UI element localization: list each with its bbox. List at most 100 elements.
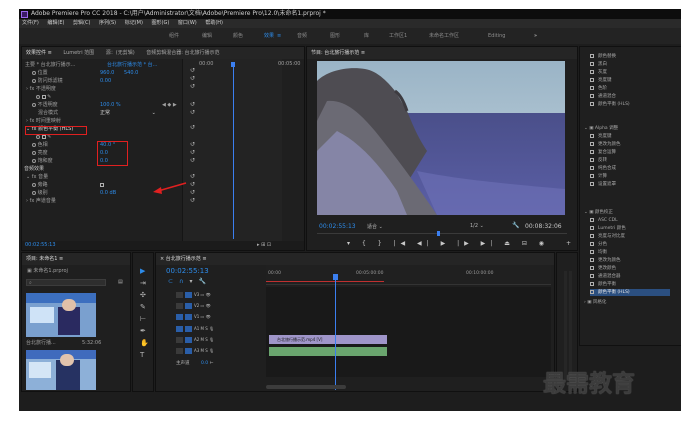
ec-footer-controls[interactable]: ▸ ⊞ ⊡ xyxy=(257,242,271,248)
effect-item[interactable]: 颜色平衡 xyxy=(590,281,616,288)
effect-item[interactable]: 设置遮罩 xyxy=(590,181,616,188)
reset-icon[interactable]: ↺ xyxy=(190,75,195,82)
tab-sequence[interactable]: × 台北旅行播示范 ≡ xyxy=(160,256,207,262)
reset-icon[interactable]: ↺ xyxy=(190,149,195,156)
workspace-audio[interactable]: 音频 xyxy=(297,28,307,44)
effect-opacity[interactable]: › fx 不透明度 xyxy=(26,85,56,93)
effect-item[interactable]: 色阶 xyxy=(590,85,607,92)
effect-item[interactable]: 亮度键 xyxy=(590,77,612,84)
mark-out-icon[interactable]: } xyxy=(378,240,387,247)
effect-item[interactable]: ASC CDL xyxy=(590,217,618,224)
effect-item[interactable]: 分色 xyxy=(590,241,607,248)
workspace-editing-en[interactable]: Editing xyxy=(488,28,505,44)
menu-help[interactable]: 帮助(H) xyxy=(205,20,223,26)
project-search-input[interactable]: ⌕ xyxy=(26,279,106,286)
effect-item[interactable]: 颜色平衡 (HLS) xyxy=(590,101,630,108)
effect-item[interactable]: Lumetri 颜色 xyxy=(590,225,626,232)
workspace-effects[interactable]: 效果 xyxy=(264,28,274,44)
tab-lumetri-scopes[interactable]: Lumetri 范围 xyxy=(63,50,94,56)
wrench-icon[interactable]: 🔧 xyxy=(512,222,519,229)
effect-folder-color-correction[interactable]: ⌄ ▣ 颜色校正 xyxy=(584,209,613,216)
reset-icon[interactable]: ↺ xyxy=(190,67,195,74)
work-area-bar[interactable] xyxy=(266,281,384,282)
reset-icon[interactable]: ↺ xyxy=(190,189,195,196)
effect-item[interactable]: 纯色合成 xyxy=(590,165,616,172)
timeline-scrollbar[interactable] xyxy=(266,385,346,389)
tab-program[interactable]: 节目: 台北旅行播示范 ≡ xyxy=(311,50,365,56)
effect-item[interactable]: 计算 xyxy=(590,173,607,180)
razor-tool-icon[interactable]: ✎ xyxy=(140,303,146,311)
export-frame-icon[interactable]: ◉ xyxy=(539,240,549,247)
menu-sequence[interactable]: 序列(S) xyxy=(99,20,116,26)
track-select-tool-icon[interactable]: ⇥ xyxy=(140,279,146,287)
reset-icon[interactable]: ↺ xyxy=(190,197,195,204)
quality-select[interactable]: 1/2 ⌄ xyxy=(470,223,484,229)
add-marker-icon[interactable]: ▾ xyxy=(347,240,355,247)
add-button-icon[interactable]: + xyxy=(566,240,576,247)
effect-folder-stylize[interactable]: › ▣ 风格化 xyxy=(584,299,606,306)
go-to-in-icon[interactable]: |◀ xyxy=(393,240,410,247)
linked-select-icon[interactable]: ∩ xyxy=(179,278,189,285)
effect-item[interactable]: 颜色替换 xyxy=(590,53,616,60)
effect-item[interactable]: 通道混合 xyxy=(590,93,616,100)
opacity-value[interactable]: 100.0 % xyxy=(100,101,121,109)
program-scrub-bar[interactable] xyxy=(317,233,567,234)
lift-icon[interactable]: ⏏ xyxy=(504,240,515,247)
go-to-out-icon[interactable]: ▶| xyxy=(481,240,498,247)
workspace-assembly[interactable]: 组件 xyxy=(169,28,179,44)
keyframe-nav[interactable]: ◀ ◆ ▶ xyxy=(162,101,177,109)
reset-icon[interactable]: ↺ xyxy=(190,101,195,108)
level-value[interactable]: 0.0 dB xyxy=(100,189,116,197)
effect-item-selected[interactable]: 颜色平衡 (HLS) xyxy=(590,289,670,296)
menu-file[interactable]: 文件(F) xyxy=(22,20,39,26)
bypass-checkbox[interactable] xyxy=(100,181,104,189)
position-y-value[interactable]: 540.0 xyxy=(124,69,138,77)
workspace-custom1[interactable]: 工作区1 xyxy=(389,28,407,44)
effect-item[interactable]: 亮度键 xyxy=(590,133,612,140)
pen-tool-icon[interactable]: ✒ xyxy=(140,327,146,335)
program-timecode[interactable]: 00:02:55:13 xyxy=(319,223,356,230)
slip-tool-icon[interactable]: ⊢ xyxy=(140,315,146,323)
type-tool-icon[interactable]: T xyxy=(140,351,144,359)
reset-icon[interactable]: ↺ xyxy=(190,109,195,116)
ripple-edit-tool-icon[interactable]: ✣ xyxy=(140,291,146,299)
workspace-graphics[interactable]: 图形 xyxy=(330,28,340,44)
menu-edit[interactable]: 编辑(E) xyxy=(47,20,64,26)
effect-item[interactable]: 通道混合器 xyxy=(590,273,621,280)
hand-tool-icon[interactable]: ✋ xyxy=(140,339,149,347)
timeline-ruler[interactable]: 00:00 00:05:00:00 00:10:00:00 xyxy=(266,265,551,285)
tab-audio-mixer[interactable]: 音频剪辑混合器: 台北旅行播示范 xyxy=(146,50,219,56)
effect-item[interactable]: 更改颜色 xyxy=(590,265,616,272)
workspace-color[interactable]: 颜色 xyxy=(233,28,243,44)
effect-item[interactable]: 更改为颜色 xyxy=(590,257,621,264)
mark-in-icon[interactable]: { xyxy=(362,240,371,247)
reset-icon[interactable]: ↺ xyxy=(190,181,195,188)
audio-clip[interactable] xyxy=(269,347,387,356)
clip-reference[interactable]: 台北旅行播示范 * 台... xyxy=(107,61,157,69)
menu-marker[interactable]: 标记(M) xyxy=(125,20,143,26)
snap-icon[interactable]: ⊂ xyxy=(168,278,179,285)
workspace-editing[interactable]: 编辑 xyxy=(202,28,212,44)
fit-select[interactable]: 适合 ⌄ xyxy=(367,223,383,230)
timeline-timecode[interactable]: 00:02:55:13 xyxy=(166,267,209,275)
effect-channel-volume[interactable]: › fx 声道音量 xyxy=(26,197,56,205)
reset-icon[interactable]: ↺ xyxy=(190,83,195,90)
effect-item[interactable]: 均衡 xyxy=(590,249,607,256)
blend-mode-select[interactable]: 正常 ⌄ xyxy=(100,109,156,117)
menu-graphics[interactable]: 图形(G) xyxy=(152,20,170,26)
effect-item[interactable]: 灰度 xyxy=(590,69,607,76)
antiflicker-value[interactable]: 0.00 xyxy=(100,77,111,85)
position-x-value[interactable]: 960.0 xyxy=(100,69,114,77)
tab-effect-controls[interactable]: 效果控件 ≡ xyxy=(26,50,52,56)
ec-footer-timecode[interactable]: 00:02:55:13 xyxy=(25,242,56,248)
effect-volume[interactable]: ⌄ fx 音量 xyxy=(26,173,48,181)
effect-folder[interactable]: ⌄ ▣ Alpha 调整 xyxy=(584,125,618,132)
step-forward-icon[interactable]: |▶ xyxy=(457,240,474,247)
project-thumbnail-1[interactable] xyxy=(26,293,96,337)
workspace-untitled[interactable]: 未命名工作区 xyxy=(429,28,459,44)
mask-tools[interactable]: ✎ xyxy=(36,93,51,101)
reset-icon[interactable]: ↺ xyxy=(190,124,195,131)
tab-project[interactable]: 项目: 未命名1 ≡ xyxy=(26,256,63,262)
step-back-icon[interactable]: ◀| xyxy=(417,240,434,247)
effect-item[interactable]: 亮度与对比度 xyxy=(590,233,625,240)
